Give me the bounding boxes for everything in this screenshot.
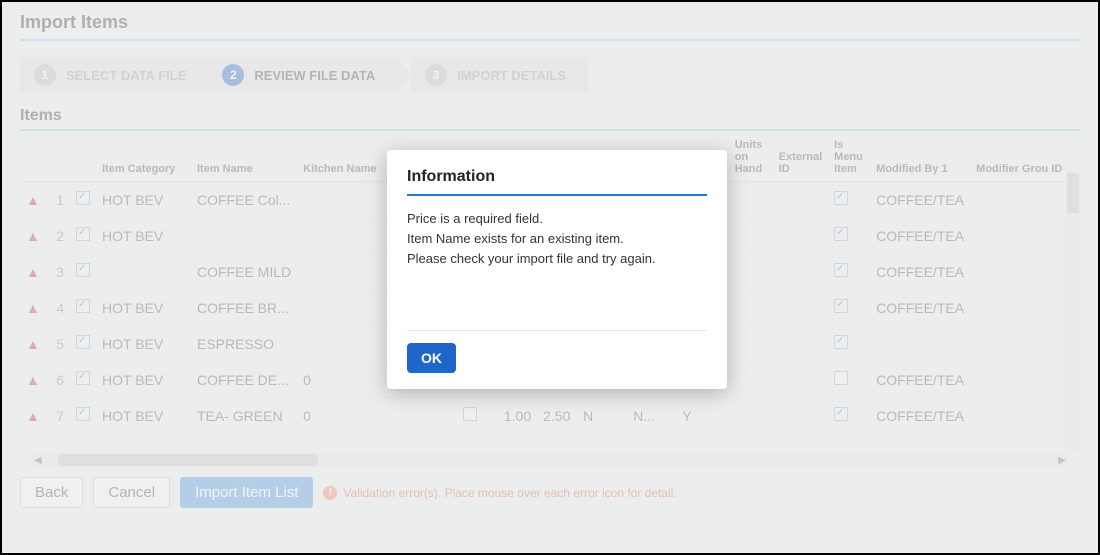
scroll-left-icon[interactable]: ◀ — [32, 454, 44, 466]
cell-item-category: HOT BEV — [96, 362, 191, 398]
cell-item-category: HOT BEV — [96, 398, 191, 434]
cell-modified-by-1: COFFEE/TEA — [870, 218, 970, 254]
row-checkbox[interactable] — [76, 263, 90, 277]
col-is-menu-item[interactable]: Is Menu Item — [828, 137, 870, 182]
wizard-step-label: REVIEW FILE DATA — [254, 68, 375, 83]
row-number: 1 — [46, 182, 70, 218]
cell-sold-by: N — [577, 398, 627, 434]
cell-value: 2.50 — [537, 398, 577, 434]
cell-item-name: COFFEE MILD — [191, 254, 297, 290]
cell-modified-by-1: COFFEE/TEA — [870, 182, 970, 218]
wizard-steps: 1 SELECT DATA FILE 2 REVIEW FILE DATA 3 … — [20, 57, 1080, 93]
table-row[interactable]: ▲ 7 HOT BEVTEA- GREEN0 1.002.50NN...Y COFFEE… — [20, 398, 1080, 434]
cancel-button[interactable]: Cancel — [93, 477, 170, 508]
row-number: 5 — [46, 326, 70, 362]
information-dialog: Information Price is a required field. I… — [387, 150, 727, 389]
horizontal-scrollbar[interactable]: ◀ ▶ — [32, 453, 1068, 467]
wizard-step-1[interactable]: 1 SELECT DATA FILE — [20, 57, 208, 93]
row-checkbox[interactable] — [76, 407, 90, 421]
cell-modified-by-1 — [870, 326, 970, 362]
wizard-step-label: IMPORT DETAILS — [457, 68, 566, 83]
warning-icon[interactable]: ▲ — [26, 408, 40, 424]
col-modifier-group-id[interactable]: Modifier Grou ID — [970, 137, 1080, 182]
vertical-scrollbar[interactable] — [1066, 171, 1080, 451]
row-checkbox[interactable] — [76, 191, 90, 205]
dialog-body: Price is a required field. Item Name exi… — [407, 210, 707, 330]
is-menu-item-checkbox[interactable] — [834, 191, 848, 205]
col-item-name[interactable]: Item Name — [191, 137, 297, 182]
validation-error-text: Validation error(s). Place mouse over ea… — [343, 486, 676, 500]
col-units-on-hand[interactable]: Units on Hand — [729, 137, 773, 182]
warning-icon[interactable]: ▲ — [26, 264, 40, 280]
is-menu-item-checkbox[interactable] — [834, 371, 848, 385]
is-menu-item-checkbox[interactable] — [834, 407, 848, 421]
ok-button[interactable]: OK — [407, 343, 456, 373]
page-title: Import Items — [20, 2, 1080, 41]
scrollbar-thumb[interactable] — [58, 454, 318, 466]
col-item-category[interactable]: Item Category — [96, 137, 191, 182]
cell-item-name: COFFEE DE... — [191, 362, 297, 398]
wizard-step-2[interactable]: 2 REVIEW FILE DATA — [208, 57, 397, 93]
is-menu-item-checkbox[interactable] — [834, 263, 848, 277]
back-button[interactable]: Back — [20, 477, 83, 508]
cell-pos-active: Y — [676, 398, 728, 434]
dialog-message-line: Please check your import file and try ag… — [407, 250, 707, 269]
row-number: 7 — [46, 398, 70, 434]
cell-item-category — [96, 254, 191, 290]
wizard-step-3[interactable]: 3 IMPORT DETAILS — [411, 57, 588, 93]
warning-icon[interactable]: ▲ — [26, 300, 40, 316]
warning-icon[interactable]: ▲ — [26, 228, 40, 244]
dialog-message-line: Item Name exists for an existing item. — [407, 230, 707, 249]
cell-modified-by-1: COFFEE/TEA — [870, 398, 970, 434]
row-number: 3 — [46, 254, 70, 290]
cell-item-name: ESPRESSO — [191, 326, 297, 362]
cell-item-name: COFFEE Col... — [191, 182, 297, 218]
row-checkbox[interactable] — [76, 299, 90, 313]
scroll-right-icon[interactable]: ▶ — [1056, 454, 1068, 466]
step-number-icon: 1 — [34, 64, 56, 86]
chevron-right-icon — [397, 57, 411, 93]
is-menu-item-checkbox[interactable] — [834, 227, 848, 241]
row-checkbox[interactable] — [76, 227, 90, 241]
cell-item-name: COFFEE BR... — [191, 290, 297, 326]
row-checkbox[interactable] — [76, 335, 90, 349]
cell-kitchen-name: 0 — [297, 398, 407, 434]
cell-item-category: HOT BEV — [96, 326, 191, 362]
cell-item-name: TEA- GREEN — [191, 398, 297, 434]
dialog-title: Information — [407, 168, 707, 196]
step-number-icon: 3 — [425, 64, 447, 86]
import-item-list-button[interactable]: Import Item List — [180, 477, 313, 508]
cell-tax-catego: N... — [627, 398, 676, 434]
cell-item-category: HOT BEV — [96, 290, 191, 326]
is-menu-item-checkbox[interactable] — [834, 335, 848, 349]
cell-checkbox[interactable] — [463, 407, 477, 421]
cell-item-category: HOT BEV — [96, 182, 191, 218]
section-title-items: Items — [20, 107, 1080, 131]
cell-modified-by-1: COFFEE/TEA — [870, 290, 970, 326]
cell-modified-by-1: COFFEE/TEA — [870, 362, 970, 398]
step-number-icon: 2 — [222, 64, 244, 86]
row-number: 2 — [46, 218, 70, 254]
validation-error-message: ! Validation error(s). Place mouse over … — [323, 486, 676, 500]
warning-icon[interactable]: ▲ — [26, 336, 40, 352]
warning-icon[interactable]: ▲ — [26, 372, 40, 388]
is-menu-item-checkbox[interactable] — [834, 299, 848, 313]
wizard-step-label: SELECT DATA FILE — [66, 68, 186, 83]
cell-modified-by-1: COFFEE/TEA — [870, 254, 970, 290]
error-icon: ! — [323, 486, 337, 500]
cell-item-name — [191, 218, 297, 254]
dialog-message-line: Price is a required field. — [407, 210, 707, 229]
warning-icon[interactable]: ▲ — [26, 192, 40, 208]
row-number: 4 — [46, 290, 70, 326]
cell-item-category: HOT BEV — [96, 218, 191, 254]
col-modified-by-1[interactable]: Modified By 1 — [870, 137, 970, 182]
col-external-id[interactable]: External ID — [773, 137, 828, 182]
row-checkbox[interactable] — [76, 371, 90, 385]
row-number: 6 — [46, 362, 70, 398]
cell-value: 1.00 — [497, 398, 537, 434]
